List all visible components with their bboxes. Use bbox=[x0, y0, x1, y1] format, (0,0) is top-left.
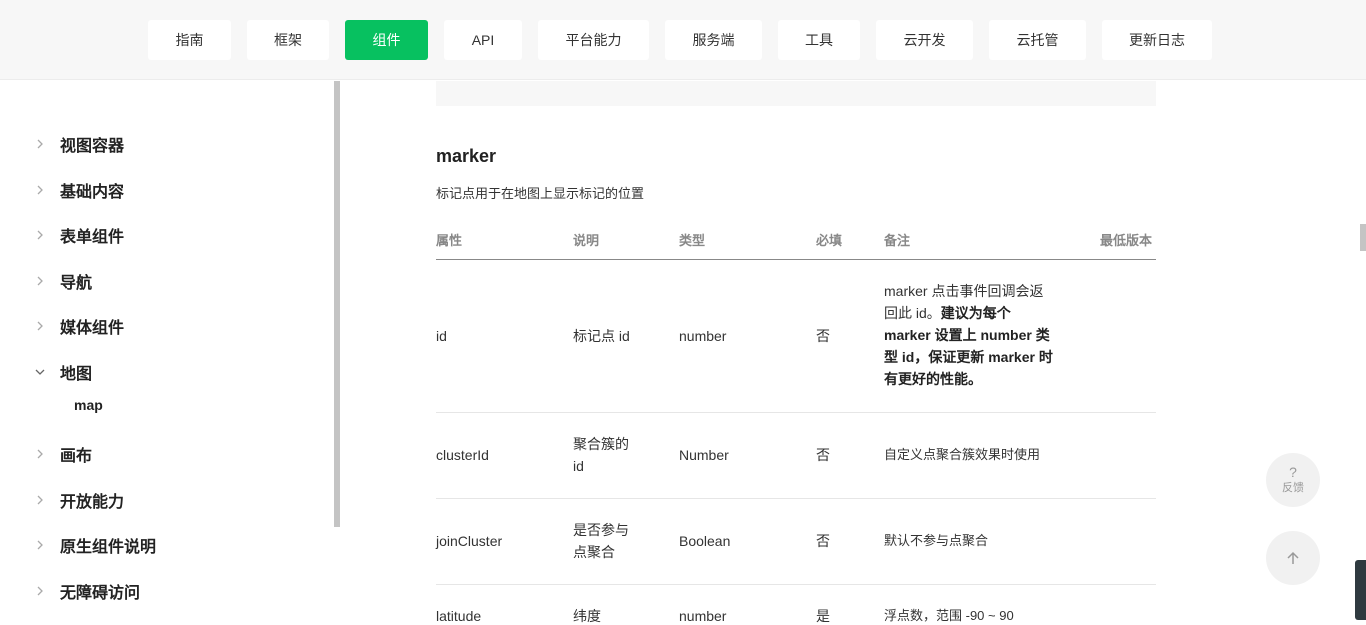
desc-line: id bbox=[573, 458, 584, 474]
table-row-divider bbox=[436, 584, 1156, 585]
question-icon: ? bbox=[1289, 464, 1297, 480]
cell-note: marker 点击事件回调会返 回此 id。建议为每个 marker 设置上 n… bbox=[884, 280, 1069, 390]
table-row-divider bbox=[436, 412, 1156, 413]
nav-item-tools[interactable]: 工具 bbox=[778, 20, 860, 60]
cell-type: Boolean bbox=[679, 533, 731, 549]
chevron-right-icon bbox=[30, 495, 50, 505]
sidebar-item-canvas[interactable]: 画布 bbox=[30, 442, 92, 466]
desc-line: 聚合簇的 bbox=[573, 436, 629, 452]
sidebar-item-label: 表单组件 bbox=[60, 229, 125, 246]
cell-type: number bbox=[679, 328, 727, 344]
note-line: 回此 id。建议为每个 bbox=[884, 302, 1069, 324]
note-line: marker 点击事件回调会返 bbox=[884, 283, 1044, 299]
sidebar-item-view-container[interactable]: 视图容器 bbox=[30, 132, 124, 156]
chevron-right-icon bbox=[30, 185, 50, 195]
previous-code-block bbox=[436, 81, 1156, 106]
chevron-right-icon bbox=[30, 230, 50, 240]
sidebar-subitem-map[interactable]: map bbox=[74, 397, 103, 413]
cell-attr: latitude bbox=[436, 608, 482, 624]
sidebar-item-native-components[interactable]: 原生组件说明 bbox=[30, 533, 156, 557]
nav-item-changelog[interactable]: 更新日志 bbox=[1102, 20, 1212, 60]
section-description: 标记点用于在地图上显示标记的位置 bbox=[436, 186, 645, 201]
note-line: 有更好的性能。 bbox=[884, 371, 982, 387]
sidebar-item-form[interactable]: 表单组件 bbox=[30, 223, 124, 247]
nav-item-cloud-dev[interactable]: 云开发 bbox=[876, 20, 973, 60]
nav-item-components[interactable]: 组件 bbox=[345, 20, 428, 60]
cell-note: 默认不参与点聚合 bbox=[884, 533, 989, 548]
sidebar-item-accessibility[interactable]: 无障碍访问 bbox=[30, 579, 140, 603]
note-line-bold: 建议为每个 bbox=[940, 305, 1011, 321]
note-line: marker 设置上 number 类 bbox=[884, 327, 1050, 343]
cell-type: Number bbox=[679, 447, 729, 463]
table-header-divider bbox=[436, 259, 1156, 260]
chevron-right-icon bbox=[30, 586, 50, 596]
note-line: 型 id，保证更新 marker 时 bbox=[884, 349, 1053, 365]
table-header-note: 备注 bbox=[884, 233, 911, 248]
sidebar-item-media[interactable]: 媒体组件 bbox=[30, 314, 124, 338]
cell-required: 否 bbox=[816, 447, 830, 463]
chevron-down-icon bbox=[30, 367, 50, 377]
cell-type: number bbox=[679, 608, 727, 624]
sidebar-item-label: 地图 bbox=[60, 366, 93, 383]
desc-line: 是否参与 bbox=[573, 522, 629, 538]
chevron-right-icon bbox=[30, 449, 50, 459]
cell-required: 否 bbox=[816, 533, 830, 549]
table-header-desc: 说明 bbox=[573, 233, 600, 248]
cell-required: 是 bbox=[816, 608, 830, 624]
note-line-text: 回此 id。 bbox=[884, 305, 941, 321]
sidebar-item-label: 基础内容 bbox=[60, 184, 125, 201]
sidebar-scrollbar[interactable] bbox=[334, 81, 340, 527]
nav-item-framework[interactable]: 框架 bbox=[247, 20, 329, 60]
edge-widget[interactable] bbox=[1355, 560, 1366, 620]
nav-item-cloud-hosting[interactable]: 云托管 bbox=[989, 20, 1086, 60]
sidebar-item-label: 无障碍访问 bbox=[60, 585, 141, 602]
cell-desc: 标记点 id bbox=[573, 328, 630, 344]
chevron-right-icon bbox=[30, 540, 50, 550]
nav-item-server[interactable]: 服务端 bbox=[665, 20, 762, 60]
top-nav: 指南 框架 组件 API 平台能力 服务端 工具 云开发 云托管 更新日志 bbox=[0, 0, 1366, 80]
nav-item-platform[interactable]: 平台能力 bbox=[538, 20, 649, 60]
section-title: marker bbox=[436, 146, 497, 166]
sidebar-item-label: 导航 bbox=[60, 275, 93, 292]
nav-item-guide[interactable]: 指南 bbox=[148, 20, 231, 60]
sidebar-item-open-capability[interactable]: 开放能力 bbox=[30, 488, 124, 512]
arrow-up-icon bbox=[1287, 551, 1299, 564]
sidebar-item-label: 原生组件说明 bbox=[60, 539, 157, 556]
cell-note: 自定义点聚合簇效果时使用 bbox=[884, 447, 1041, 462]
feedback-button[interactable]: ? 反馈 bbox=[1266, 453, 1320, 507]
table-header-required: 必填 bbox=[816, 233, 843, 248]
chevron-right-icon bbox=[30, 139, 50, 149]
sidebar-item-label: 视图容器 bbox=[60, 138, 125, 155]
table-header-min-version: 最低版本 bbox=[1100, 233, 1153, 248]
table-header-type: 类型 bbox=[679, 233, 706, 248]
sidebar-item-navigation[interactable]: 导航 bbox=[30, 269, 92, 293]
sidebar-item-map[interactable]: 地图 bbox=[30, 360, 92, 384]
cell-attr: joinCluster bbox=[436, 533, 503, 549]
nav-item-api[interactable]: API bbox=[444, 20, 522, 60]
cell-attr: clusterId bbox=[436, 447, 489, 463]
table-row-divider bbox=[436, 498, 1156, 499]
cell-attr: id bbox=[436, 328, 447, 344]
sidebar-item-label: 画布 bbox=[60, 448, 93, 465]
feedback-label: 反馈 bbox=[1282, 482, 1304, 494]
desc-line: 点聚合 bbox=[573, 544, 615, 560]
cell-required: 否 bbox=[816, 328, 830, 344]
sidebar-item-basic-content[interactable]: 基础内容 bbox=[30, 178, 124, 202]
cell-desc: 聚合簇的 id bbox=[573, 433, 629, 477]
back-to-top-button[interactable] bbox=[1266, 531, 1320, 585]
cell-note: 浮点数，范围 -90 ~ 90 bbox=[884, 608, 1014, 623]
sidebar-item-label: 开放能力 bbox=[60, 494, 125, 511]
table-header-attr: 属性 bbox=[436, 233, 463, 248]
cell-desc: 纬度 bbox=[573, 608, 601, 624]
page-scrollbar[interactable] bbox=[1360, 224, 1366, 251]
chevron-right-icon bbox=[30, 321, 50, 331]
cell-desc: 是否参与 点聚合 bbox=[573, 519, 629, 563]
sidebar-item-label: 媒体组件 bbox=[60, 320, 125, 337]
chevron-right-icon bbox=[30, 276, 50, 286]
